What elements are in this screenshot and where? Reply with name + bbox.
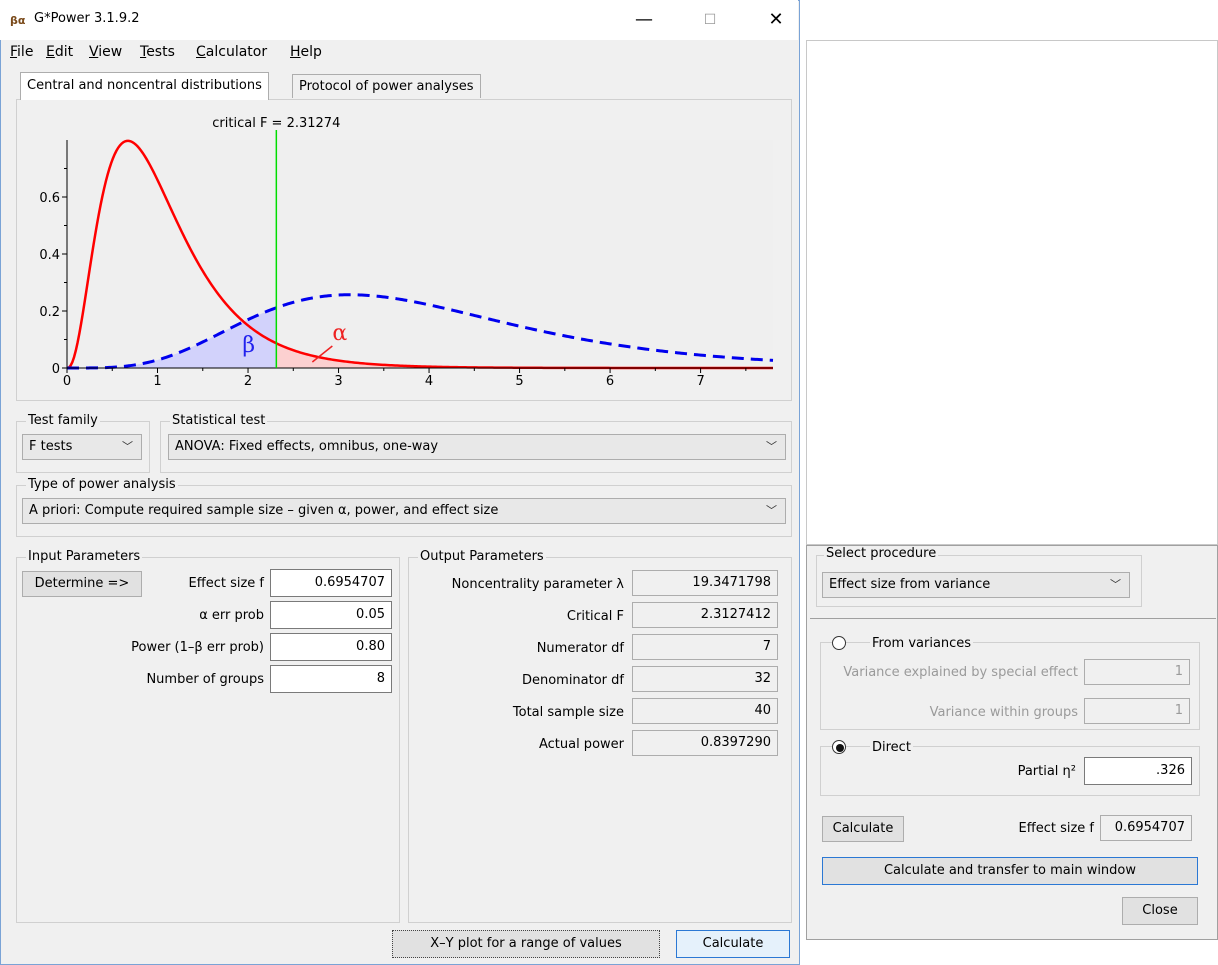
- from-variances-radio[interactable]: [832, 636, 846, 650]
- number-of-groups-input[interactable]: 8: [270, 665, 392, 693]
- statistical-test-label: Statistical test: [170, 413, 268, 428]
- alpha-label: α: [332, 321, 347, 346]
- chevron-down-icon: ﹀: [766, 504, 777, 517]
- partial-eta-input[interactable]: .326: [1084, 757, 1192, 785]
- from-variances-label: From variances: [870, 636, 974, 651]
- actual-power-value: 0.8397290: [632, 730, 778, 756]
- test-family-label: Test family: [26, 413, 100, 428]
- tab-protocol[interactable]: Protocol of power analyses: [292, 74, 481, 98]
- effect-size-input[interactable]: 0.6954707: [270, 569, 392, 597]
- test-family-select[interactable]: F tests ﹀: [22, 434, 142, 460]
- y-tick-label: 0.6: [39, 191, 60, 206]
- divider: [810, 618, 1216, 619]
- menu-calculator[interactable]: Calculator: [196, 44, 267, 60]
- variance-special-label: Variance explained by special effect: [843, 665, 1078, 680]
- y-tick-label: 0: [52, 362, 60, 377]
- menu-edit[interactable]: Edit: [46, 44, 73, 60]
- menu-file[interactable]: File: [10, 44, 33, 60]
- close-side-button[interactable]: Close: [1122, 897, 1198, 925]
- calculate-button[interactable]: Calculate: [676, 930, 790, 958]
- x-tick-label: 7: [696, 374, 704, 389]
- maximize-button[interactable]: ☐: [688, 4, 732, 36]
- plot-area: [67, 140, 773, 368]
- power-analysis-select[interactable]: A priori: Compute required sample size –…: [22, 498, 786, 524]
- side-effect-size-label: Effect size f: [1018, 821, 1094, 836]
- alpha-err-label: α err prob: [199, 608, 264, 623]
- output-parameters-label: Output Parameters: [418, 549, 546, 564]
- side-effect-size-value: 0.6954707: [1100, 815, 1192, 841]
- effect-size-label: Effect size f: [188, 576, 264, 591]
- tab-distributions[interactable]: Central and noncentral distributions: [20, 72, 269, 100]
- denominator-df-label: Denominator df: [521, 673, 624, 688]
- critical-f-label: Critical F: [566, 609, 624, 624]
- noncentrality-value: 19.3471798: [632, 570, 778, 596]
- number-of-groups-label: Number of groups: [146, 672, 264, 687]
- alpha-err-input[interactable]: 0.05: [270, 601, 392, 629]
- x-tick-label: 6: [606, 374, 614, 389]
- power-label: Power (1–β err prob): [131, 640, 264, 655]
- x-tick-label: 0: [63, 374, 71, 389]
- transfer-button[interactable]: Calculate and transfer to main window: [822, 857, 1198, 885]
- xy-plot-button[interactable]: X–Y plot for a range of values: [392, 930, 660, 958]
- menu-help[interactable]: Help: [290, 44, 322, 60]
- side-panel-blank: [806, 40, 1218, 545]
- direct-label: Direct: [870, 740, 913, 755]
- x-tick-label: 1: [153, 374, 161, 389]
- select-procedure-label: Select procedure: [824, 546, 939, 561]
- total-sample-size-value: 40: [632, 698, 778, 724]
- y-tick-label: 0.2: [39, 305, 60, 320]
- input-parameters-label: Input Parameters: [26, 549, 143, 564]
- chart-title: critical F = 2.31274: [212, 116, 340, 131]
- chevron-down-icon: ﹀: [1110, 578, 1121, 591]
- x-tick-label: 3: [334, 374, 342, 389]
- distribution-chart: 0 1 2 3 4 5 6 700.20.40.6 critical F = 2.31274 …: [39, 116, 774, 389]
- menu-view[interactable]: View: [89, 44, 122, 60]
- critical-f-value: 2.3127412: [632, 602, 778, 628]
- numerator-df-label: Numerator df: [536, 641, 624, 656]
- power-input[interactable]: 0.80: [270, 633, 392, 661]
- chevron-down-icon: ﹀: [122, 440, 133, 453]
- direct-radio[interactable]: [832, 740, 846, 754]
- variance-within-input[interactable]: 1: [1084, 698, 1190, 724]
- chevron-down-icon: ﹀: [766, 440, 777, 453]
- x-tick-label: 2: [244, 374, 252, 389]
- minimize-button[interactable]: —: [622, 4, 666, 36]
- statistical-test-select[interactable]: ANOVA: Fixed effects, omnibus, one-way ﹀: [168, 434, 786, 460]
- x-tick-label: 5: [515, 374, 523, 389]
- power-analysis-label: Type of power analysis: [26, 477, 178, 492]
- beta-label: β: [242, 333, 255, 358]
- variance-within-label: Variance within groups: [929, 705, 1078, 720]
- app-logo-icon: βα: [10, 14, 26, 27]
- denominator-df-value: 32: [632, 666, 778, 692]
- actual-power-label: Actual power: [538, 737, 624, 752]
- y-tick-label: 0.4: [39, 248, 60, 263]
- side-calculate-button[interactable]: Calculate: [822, 816, 904, 842]
- noncentrality-label: Noncentrality parameter λ: [451, 577, 624, 592]
- x-tick-label: 4: [425, 374, 433, 389]
- window-title: G*Power 3.1.9.2: [34, 11, 140, 26]
- procedure-select[interactable]: Effect size from variance ﹀: [822, 572, 1130, 598]
- close-button[interactable]: ✕: [754, 4, 798, 36]
- total-sample-size-label: Total sample size: [512, 705, 624, 720]
- partial-eta-label: Partial η²: [1017, 764, 1076, 779]
- menu-tests[interactable]: Tests: [140, 44, 175, 60]
- numerator-df-value: 7: [632, 634, 778, 660]
- variance-special-input[interactable]: 1: [1084, 659, 1190, 685]
